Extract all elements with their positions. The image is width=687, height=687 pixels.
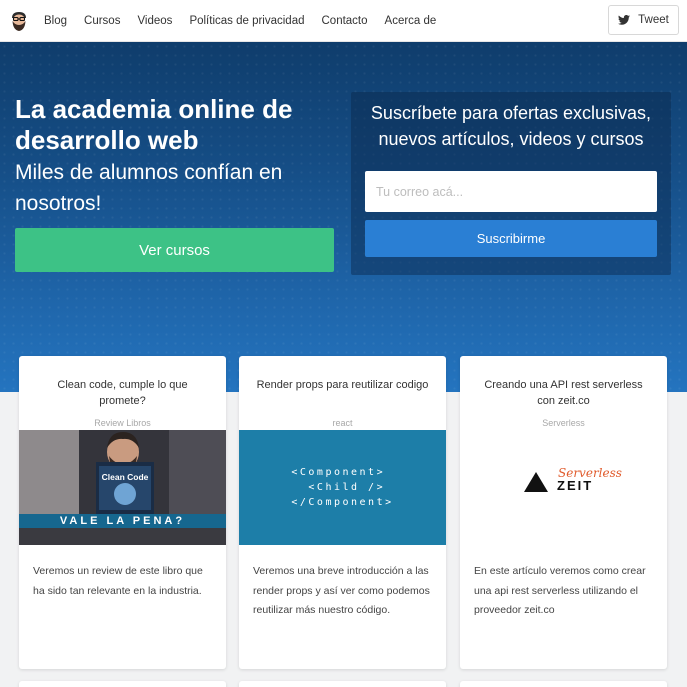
suscribirme-button[interactable]: Suscribirme <box>365 220 657 257</box>
nav-link-cursos[interactable]: Cursos <box>84 15 120 27</box>
card-title: Render props para reutilizar codigo <box>256 379 429 391</box>
subscribe-panel: Suscríbete para ofertas exclusivas, nuev… <box>351 92 671 275</box>
card-tag: Serverless <box>542 418 585 428</box>
card-image: Serverless ZEIT <box>460 430 667 545</box>
ver-cursos-button[interactable]: Ver cursos <box>15 228 334 272</box>
card-title: Clean code, cumple lo que promete? <box>57 379 188 407</box>
card-tag: react <box>332 418 353 428</box>
nav-link-privacidad[interactable]: Políticas de privacidad <box>189 15 304 27</box>
article-card-clean-code[interactable]: Clean code, cumple lo que promete? Revie… <box>19 356 226 669</box>
card-image: Clean Code VALE LA PENA? <box>19 430 226 545</box>
bearded-avatar-icon[interactable] <box>7 8 31 33</box>
email-field[interactable] <box>365 171 657 212</box>
nav-link-acerca[interactable]: Acerca de <box>385 15 437 27</box>
next-row-card <box>19 681 226 687</box>
next-row-card <box>460 681 667 687</box>
hero-section: La academia online de desarrollo web Mil… <box>0 42 687 392</box>
tweet-button[interactable]: Tweet <box>608 5 679 35</box>
nav-link-blog[interactable]: Blog <box>44 15 67 27</box>
card-description: Veremos una breve introducción a las ren… <box>253 565 430 616</box>
code-snippet: <Component> <Child /> </Component> <box>291 467 394 508</box>
twitter-bird-icon <box>618 15 631 25</box>
top-navbar: Blog Cursos Videos Políticas de privacid… <box>0 0 687 42</box>
subscribe-title: Suscríbete para ofertas exclusivas, nuev… <box>370 103 652 149</box>
nav-links: Blog Cursos Videos Políticas de privacid… <box>44 15 453 27</box>
card-image: <Component> <Child /> </Component> <box>239 430 446 545</box>
zeit-triangle-icon <box>524 472 548 492</box>
hero-title: La academia online de desarrollo web <box>15 94 293 155</box>
card-description: En este artículo veremos como crear una … <box>474 565 646 616</box>
hero-subtitle: Miles de alumnos confían en nosotros! <box>15 161 283 215</box>
article-card-serverless[interactable]: Creando una API rest serverless con zeit… <box>460 356 667 669</box>
book-title: Clean Code <box>101 472 149 482</box>
card-description: Veremos un review de este libro que ha s… <box>33 565 203 597</box>
nav-link-videos[interactable]: Videos <box>137 15 172 27</box>
next-row-card <box>239 681 446 687</box>
article-card-render-props[interactable]: Render props para reutilizar codigo reac… <box>239 356 446 669</box>
card-title: Creando una API rest serverless con zeit… <box>484 379 643 407</box>
tweet-label: Tweet <box>638 14 669 26</box>
card-tag: Review Libros <box>94 418 151 428</box>
nav-link-contacto[interactable]: Contacto <box>322 15 368 27</box>
zeit-text: ZEIT <box>557 478 594 493</box>
image-banner: VALE LA PENA? <box>59 515 186 527</box>
